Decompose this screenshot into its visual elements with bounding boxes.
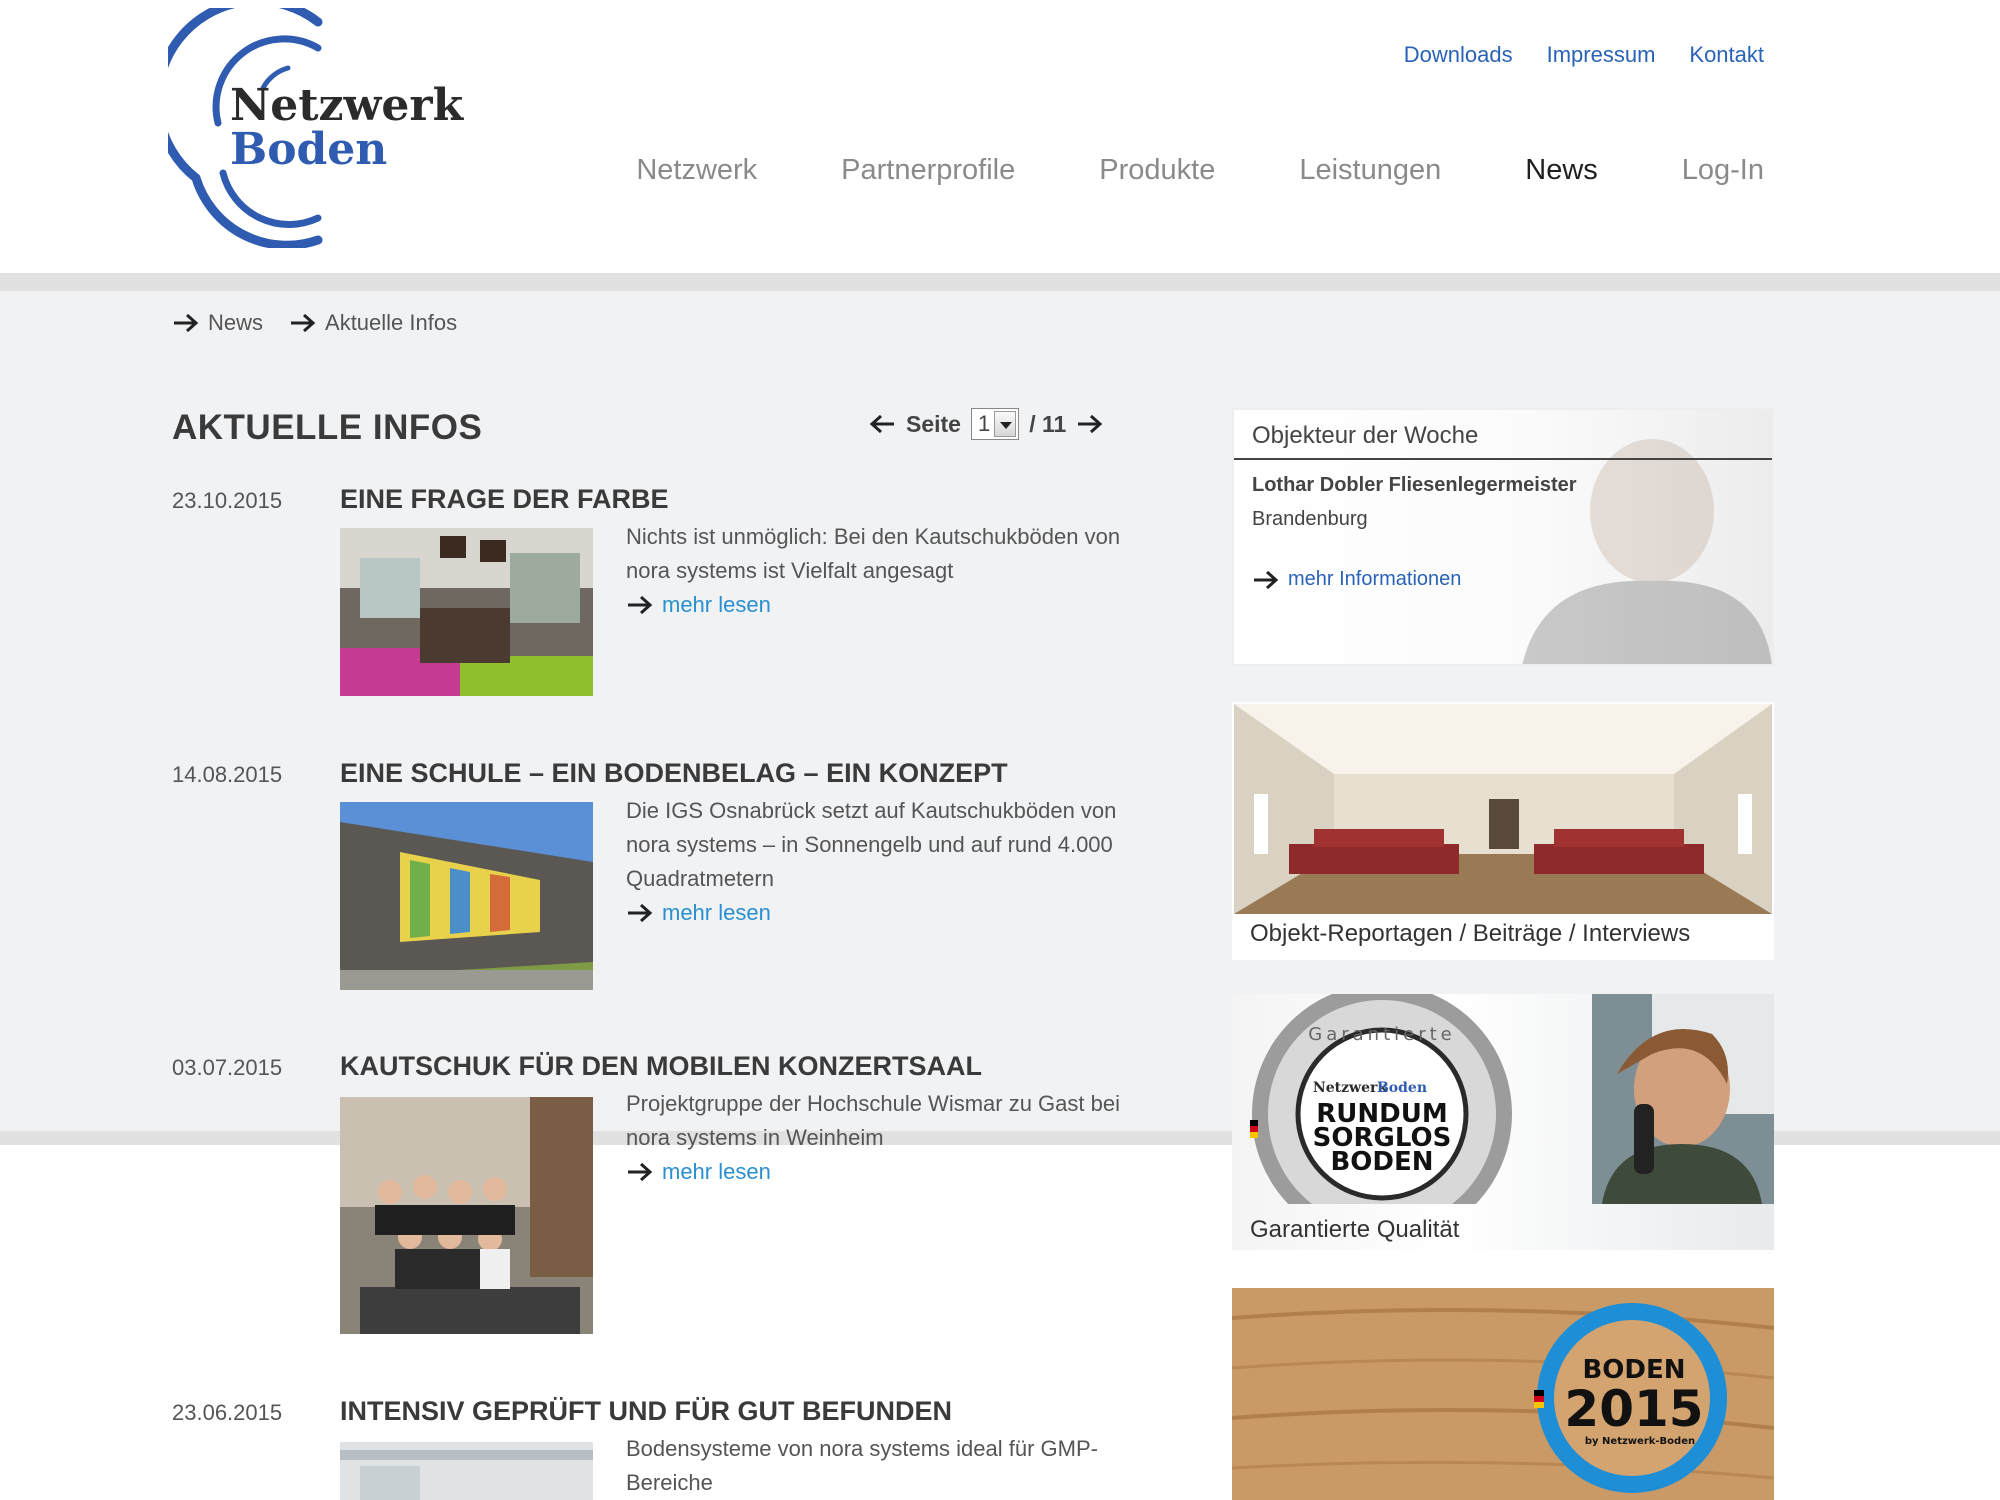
arrow-right-icon	[1254, 570, 1279, 589]
downloads-link[interactable]: Downloads	[1404, 42, 1513, 68]
breadcrumb-aktuelle-infos-label: Aktuelle Infos	[325, 310, 458, 335]
read-more-label: mehr lesen	[662, 900, 771, 925]
news-teaser-text: Nichts ist unmöglich: Bei den Kautschukb…	[626, 524, 1121, 583]
heading-divider	[1234, 458, 1772, 460]
nav-partnerprofile[interactable]: Partnerprofile	[841, 154, 1015, 187]
news-title[interactable]: KAUTSCHUK FÜR DEN MOBILEN KONZERTSAAL	[340, 1051, 982, 1082]
read-more-label: mehr lesen	[662, 1159, 771, 1184]
breadcrumb-news[interactable]: News	[172, 310, 263, 336]
news-date: 23.06.2015	[172, 1400, 283, 1425]
school-building-photo-icon	[340, 802, 593, 990]
chevron-down-icon	[994, 411, 1017, 437]
arrow-right-icon	[174, 313, 199, 333]
nav-log-in[interactable]: Log-In	[1682, 154, 1764, 187]
seal-line-3: BODEN	[1330, 1147, 1433, 1177]
rundum-sorglos-seal-icon: Garantierte Netzwerk Boden RUNDUM SORGLO…	[1250, 994, 1774, 1244]
breadcrumb-aktuelle-infos[interactable]: Aktuelle Infos	[289, 310, 457, 336]
netzwerk-boden-logo[interactable]: Netzwerk Boden	[153, 0, 468, 250]
news-title[interactable]: EINE SCHULE – EIN BODENBELAG – EIN KONZE…	[340, 758, 1008, 789]
news-teaser: Projektgruppe der Hochschule Wismar zu G…	[626, 1087, 1146, 1189]
boden-2015-badge-icon: BODEN 2015 by Netzwerk-Boden	[1232, 1288, 1774, 1500]
read-more-label: mehr lesen	[662, 592, 771, 617]
page-select[interactable]: 1	[970, 408, 1020, 440]
news-teaser-text: Die IGS Osnabrück setzt auf Kautschukböd…	[626, 798, 1117, 891]
arrow-right-icon	[291, 313, 316, 333]
seal-brand-2: Boden	[1377, 1080, 1427, 1096]
breadcrumb-news-label: News	[208, 310, 264, 335]
objekteur-location: Brandenburg	[1252, 508, 1368, 530]
more-info-label: mehr Informationen	[1288, 568, 1462, 590]
nav-produkte[interactable]: Produkte	[1099, 154, 1215, 187]
news-teaser-text: Projektgruppe der Hochschule Wismar zu G…	[626, 1091, 1120, 1150]
header-divider	[0, 273, 2000, 291]
news-teaser: Nichts ist unmöglich: Bei den Kautschukb…	[626, 520, 1146, 622]
pager-total: / 11	[1029, 410, 1067, 437]
pager-label: Seite	[906, 410, 961, 437]
arrow-right-icon	[628, 595, 653, 615]
news-teaser: Die IGS Osnabrück setzt auf Kautschukböd…	[626, 794, 1146, 930]
news-thumbnail[interactable]	[340, 802, 593, 990]
main-nav: Netzwerk Partnerprofile Produkte Leistun…	[636, 154, 1764, 187]
logo-text-netzwerk: Netzwerk	[230, 80, 464, 131]
boden-2015-teaser[interactable]: BODEN 2015 by Netzwerk-Boden	[1232, 1288, 1774, 1500]
lab-photo-icon	[340, 1442, 593, 1500]
site-header: Netzwerk Boden Downloads Impressum Konta…	[0, 0, 2000, 273]
nav-news[interactable]: News	[1525, 154, 1598, 187]
reportagen-caption: Objekt-Reportagen / Beiträge / Interview…	[1250, 920, 1691, 947]
read-more-link[interactable]: mehr lesen	[626, 1155, 1146, 1189]
badge-line-2: 2015	[1564, 1380, 1703, 1438]
logo-text-boden: Boden	[230, 124, 388, 175]
news-teaser-text: Bodensysteme von nora systems ideal für …	[626, 1436, 1098, 1495]
objekteur-der-woche-box: Objekteur der Woche Lothar Dobler Fliese…	[1232, 408, 1774, 666]
page-title: AKTUELLE INFOS	[172, 408, 483, 447]
conference-room-photo-icon	[1234, 704, 1772, 914]
read-more-link[interactable]: mehr lesen	[626, 896, 1146, 930]
breadcrumb: News Aktuelle Infos	[172, 310, 457, 336]
news-title[interactable]: EINE FRAGE DER FARBE	[340, 484, 669, 515]
news-date: 03.07.2015	[172, 1055, 283, 1080]
arrow-right-icon	[628, 1162, 653, 1182]
interior-photo-icon	[340, 528, 593, 696]
news-thumbnail[interactable]	[340, 1442, 593, 1500]
portrait-photo-icon	[1522, 439, 1772, 664]
group-photo-icon	[340, 1097, 593, 1334]
impressum-link[interactable]: Impressum	[1547, 42, 1656, 68]
nav-leistungen[interactable]: Leistungen	[1299, 154, 1441, 187]
nav-netzwerk[interactable]: Netzwerk	[636, 154, 757, 187]
news-title[interactable]: INTENSIV GEPRÜFT UND FÜR GUT BEFUNDEN	[340, 1396, 952, 1427]
kontakt-link[interactable]: Kontakt	[1689, 42, 1764, 68]
page-select-value: 1	[977, 411, 991, 436]
garantie-caption: Garantierte Qualität	[1250, 1216, 1460, 1243]
arrow-right-icon[interactable]	[1076, 413, 1104, 435]
news-thumbnail[interactable]	[340, 528, 593, 696]
news-thumbnail[interactable]	[340, 1097, 593, 1334]
news-teaser: Bodensysteme von nora systems ideal für …	[626, 1432, 1146, 1500]
news-date: 23.10.2015	[172, 488, 283, 513]
box-heading: Objekteur der Woche	[1252, 422, 1479, 449]
seal-top-text: Garantierte	[1308, 1024, 1455, 1045]
garantierte-qualitaet-teaser[interactable]: Garantierte Netzwerk Boden RUNDUM SORGLO…	[1232, 994, 1774, 1250]
news-date: 14.08.2015	[172, 762, 283, 787]
reportagen-teaser[interactable]: Objekt-Reportagen / Beiträge / Interview…	[1232, 702, 1774, 960]
pagination: Seite 1 / 11	[868, 408, 1104, 440]
read-more-link[interactable]: mehr lesen	[626, 588, 1146, 622]
badge-line-3: by Netzwerk-Boden	[1585, 1436, 1695, 1447]
arrow-right-icon	[628, 903, 653, 923]
arrow-left-icon[interactable]	[868, 413, 896, 435]
more-info-link[interactable]: mehr Informationen	[1252, 568, 1461, 591]
objekteur-name: Lothar Dobler Fliesenlegermeister	[1252, 474, 1577, 496]
utility-nav: Downloads Impressum Kontakt	[1404, 42, 1764, 68]
